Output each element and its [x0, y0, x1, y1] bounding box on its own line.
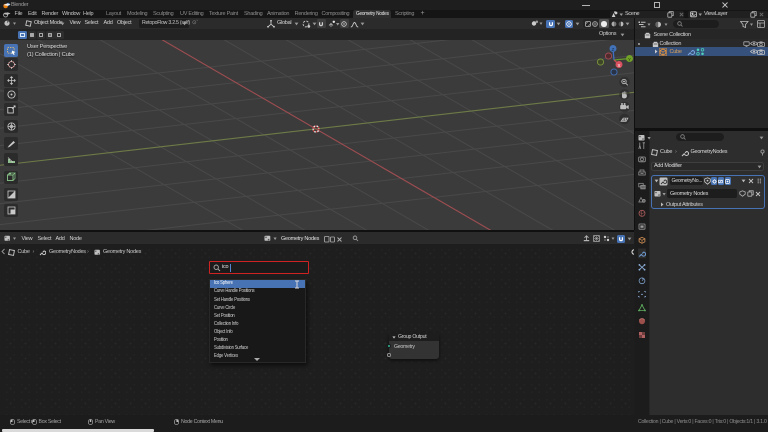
svg-text:Z: Z: [612, 47, 615, 53]
